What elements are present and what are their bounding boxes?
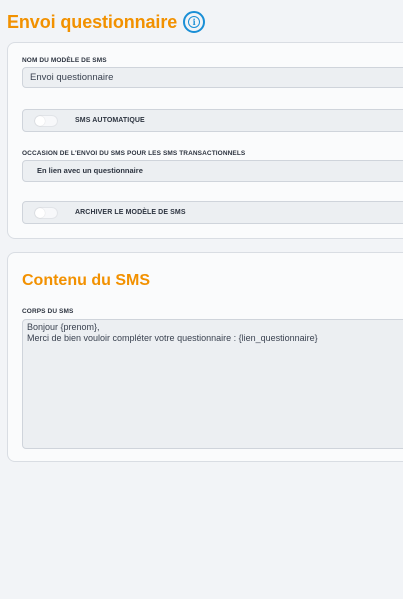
auto-sms-label: SMS AUTOMATIQUE (75, 117, 145, 124)
archive-toggle-row[interactable]: ARCHIVER LE MODÈLE DE SMS (22, 201, 403, 224)
toggle-knob (35, 115, 45, 126)
info-glyph: i (188, 16, 201, 28)
page-header: Envoi questionnaire i (7, 9, 206, 35)
sms-body-textarea[interactable]: Bonjour {prenom}, Merci de bien vouloir … (22, 319, 403, 449)
template-name-input[interactable]: Envoi questionnaire (22, 67, 403, 88)
toggle-knob (35, 207, 45, 218)
archive-toggle[interactable] (34, 206, 58, 219)
section-title: Contenu du SMS (22, 272, 150, 289)
auto-sms-toggle-row[interactable]: SMS AUTOMATIQUE (22, 109, 403, 132)
template-name-label: NOM DU MODÈLE DE SMS (22, 57, 107, 64)
sms-body-label: CORPS DU SMS (22, 308, 74, 315)
occasion-label: OCCASION DE L'ENVOI DU SMS POUR LES SMS … (22, 150, 246, 157)
template-settings-card: NOM DU MODÈLE DE SMS Envoi questionnaire… (7, 42, 403, 239)
page-title: Envoi questionnaire (7, 11, 178, 32)
auto-sms-toggle[interactable] (34, 114, 58, 127)
info-circle-icon[interactable]: i (183, 11, 206, 33)
sms-content-card: Contenu du SMS CORPS DU SMS Bonjour {pre… (7, 252, 403, 462)
archive-label: ARCHIVER LE MODÈLE DE SMS (75, 209, 186, 216)
occasion-select[interactable]: En lien avec un questionnaire (22, 160, 403, 182)
